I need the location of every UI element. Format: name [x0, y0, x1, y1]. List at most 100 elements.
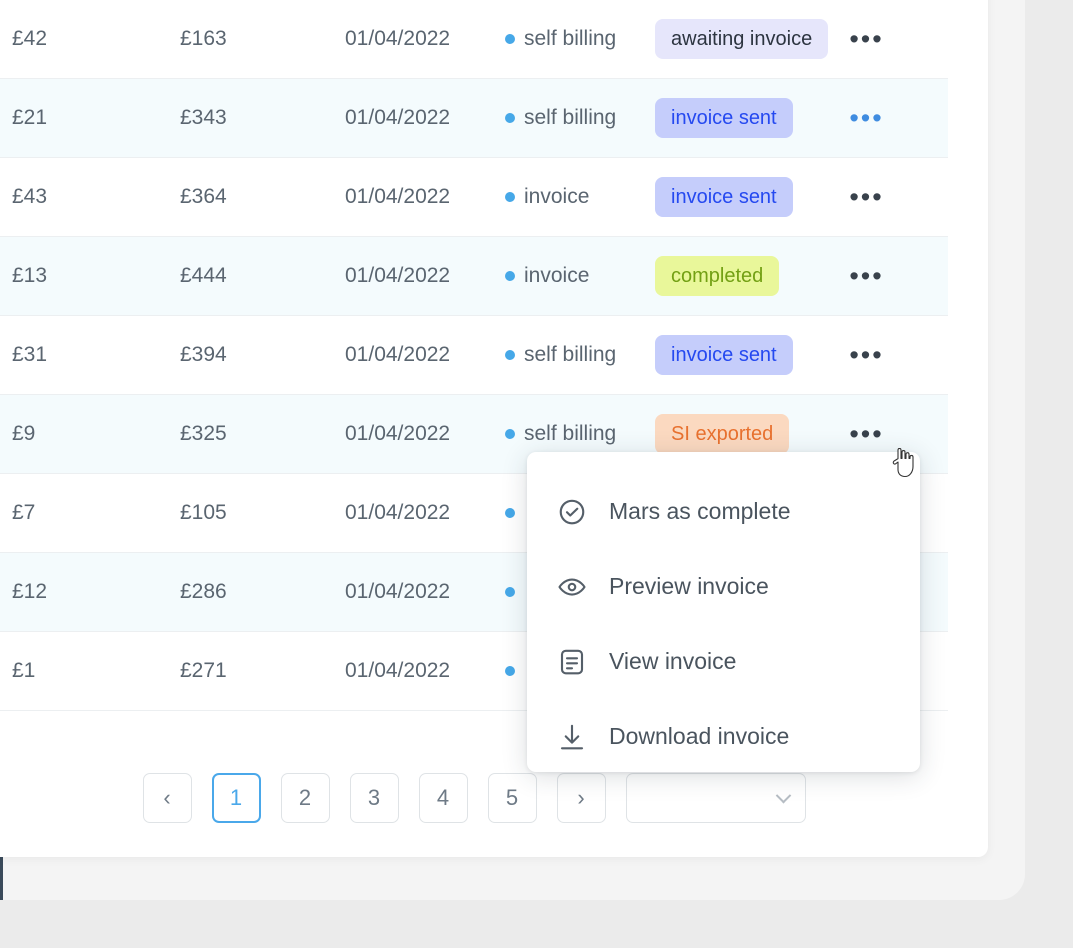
menu-item-preview-invoice[interactable]: Preview invoice — [527, 549, 920, 624]
cell-total: £271 — [180, 659, 227, 682]
row-actions-button[interactable]: ••• — [849, 421, 883, 448]
table-row[interactable]: £31 £394 01/04/2022 self billing invoice sen… — [0, 316, 948, 395]
cell-total: £444 — [180, 264, 227, 287]
status-badge: completed — [655, 256, 780, 296]
cell-total: £364 — [180, 185, 227, 208]
cell-total: £286 — [180, 580, 227, 603]
menu-item-mark-as-complete[interactable]: Mars as complete — [527, 474, 920, 549]
cell-type: invoice — [505, 185, 655, 209]
pagination-page-1[interactable]: 1 — [211, 773, 261, 823]
cell-amount: £42 — [12, 27, 48, 50]
cell-amount: £12 — [12, 580, 48, 603]
table-row[interactable]: £42 £163 01/04/2022 self billing awaiting in… — [0, 0, 948, 79]
table-row[interactable]: £43 £364 01/04/2022 invoice invoice sent ••• — [0, 158, 948, 237]
menu-item-label: View invoice — [609, 648, 737, 674]
cell-type-label: invoice — [524, 264, 590, 287]
pagination-next-button[interactable]: › — [556, 773, 606, 823]
cell-date: 01/04/2022 — [345, 501, 451, 524]
cell-actions: ••• — [825, 105, 948, 132]
cell-total: £325 — [180, 422, 227, 445]
eye-icon — [557, 572, 587, 602]
cell-amount: £7 — [12, 501, 36, 524]
table-row[interactable]: £13 £444 01/04/2022 invoice completed ••• — [0, 237, 948, 316]
cell-total: £163 — [180, 27, 227, 50]
cell-total: £343 — [180, 106, 227, 129]
status-dot-icon — [505, 508, 515, 518]
status-badge: invoice sent — [655, 98, 793, 138]
cell-amount: £31 — [12, 343, 48, 366]
cell-type-label: self billing — [524, 27, 617, 50]
cell-actions: ••• — [825, 263, 948, 290]
cell-type-label: self billing — [524, 422, 617, 445]
status-dot-icon — [505, 271, 515, 281]
menu-item-label: Mars as complete — [609, 498, 791, 524]
row-actions-button[interactable]: ••• — [849, 342, 883, 369]
cell-type: self billing — [505, 106, 655, 130]
cell-date: 01/04/2022 — [345, 185, 451, 208]
invoices-card: £42 £163 01/04/2022 self billing awaiting in… — [0, 0, 988, 857]
status-badge: awaiting invoice — [655, 19, 829, 59]
cell-type: self billing — [505, 27, 655, 51]
pagination-page-3[interactable]: 3 — [349, 773, 399, 823]
cell-date: 01/04/2022 — [345, 580, 451, 603]
download-icon — [557, 722, 587, 752]
row-actions-button[interactable]: ••• — [849, 263, 883, 290]
cell-status: SI exported — [655, 414, 825, 454]
pagination: ‹ 1 2 3 4 5 › — [0, 773, 948, 823]
status-badge: invoice sent — [655, 177, 793, 217]
status-badge: SI exported — [655, 414, 790, 454]
menu-item-label: Preview invoice — [609, 573, 769, 599]
status-badge: invoice sent — [655, 335, 793, 375]
cell-date: 01/04/2022 — [345, 343, 451, 366]
cell-date: 01/04/2022 — [345, 422, 451, 445]
cell-type-label: invoice — [524, 185, 590, 208]
rows-per-page-select[interactable] — [625, 773, 806, 823]
cell-date: 01/04/2022 — [345, 264, 451, 287]
cell-status: invoice sent — [655, 98, 825, 138]
cell-type-label: self billing — [524, 106, 617, 129]
cell-actions: ••• — [825, 342, 948, 369]
menu-item-download-invoice[interactable]: Download invoice — [527, 699, 920, 774]
status-dot-icon — [505, 429, 515, 439]
pagination-page-5[interactable]: 5 — [487, 773, 537, 823]
pagination-prev-button[interactable]: ‹ — [142, 773, 192, 823]
row-actions-button[interactable]: ••• — [849, 105, 883, 132]
cell-actions: ••• — [825, 421, 948, 448]
cell-status: invoice sent — [655, 335, 825, 375]
cell-type-label: self billing — [524, 343, 617, 366]
status-dot-icon — [505, 666, 515, 676]
cell-type: self billing — [505, 422, 655, 446]
check-circle-icon — [557, 497, 587, 527]
status-dot-icon — [505, 113, 515, 123]
menu-item-view-invoice[interactable]: View invoice — [527, 624, 920, 699]
cell-actions: ••• — [825, 184, 948, 211]
cell-amount: £43 — [12, 185, 48, 208]
cell-status: invoice sent — [655, 177, 825, 217]
cell-total: £394 — [180, 343, 227, 366]
cell-amount: £9 — [12, 422, 36, 445]
table-row[interactable]: £21 £343 01/04/2022 self billing invoice sen… — [0, 79, 948, 158]
menu-item-label: Download invoice — [609, 723, 790, 749]
pagination-page-4[interactable]: 4 — [418, 773, 468, 823]
cell-total: £105 — [180, 501, 227, 524]
row-actions-button[interactable]: ••• — [849, 26, 883, 53]
cell-status: awaiting invoice — [655, 19, 829, 59]
cell-date: 01/04/2022 — [345, 106, 451, 129]
status-dot-icon — [505, 192, 515, 202]
status-dot-icon — [505, 34, 515, 44]
cell-amount: £21 — [12, 106, 48, 129]
cell-amount: £1 — [12, 659, 36, 682]
row-action-menu[interactable]: Mars as complete Preview invoice View in… — [527, 452, 920, 772]
cell-type: invoice — [505, 264, 655, 288]
status-dot-icon — [505, 587, 515, 597]
chevron-down-icon — [775, 787, 791, 803]
cell-date: 01/04/2022 — [345, 659, 451, 682]
pagination-page-2[interactable]: 2 — [280, 773, 330, 823]
cell-actions: ••• — [825, 26, 948, 53]
document-icon — [557, 647, 587, 677]
cell-date: 01/04/2022 — [345, 27, 451, 50]
row-actions-button[interactable]: ••• — [849, 184, 883, 211]
cell-amount: £13 — [12, 264, 48, 287]
cell-type: self billing — [505, 343, 655, 367]
cell-status: completed — [655, 256, 825, 296]
